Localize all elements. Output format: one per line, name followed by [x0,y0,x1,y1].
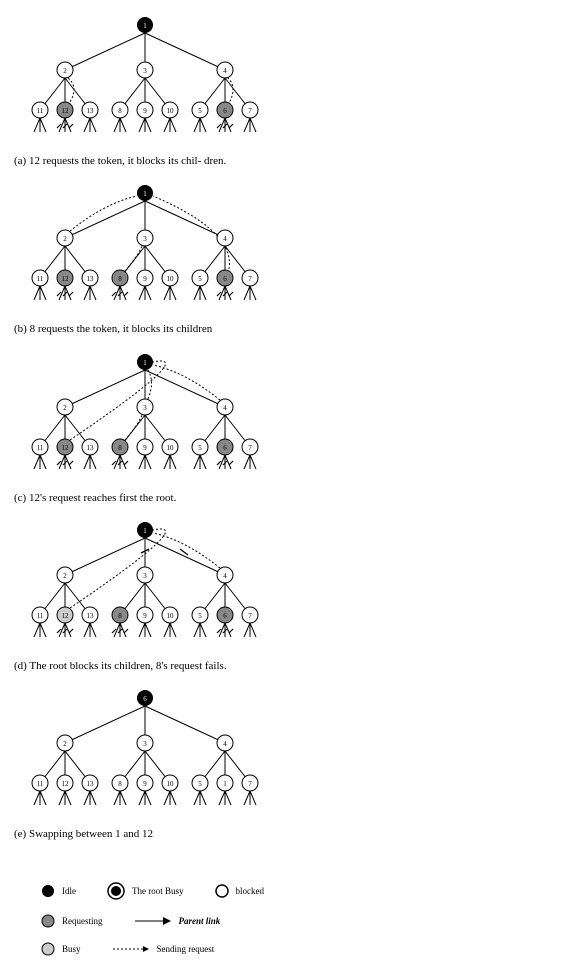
svg-text:12: 12 [62,780,70,788]
svg-text:11: 11 [37,780,44,788]
svg-text:12: 12 [62,107,70,115]
svg-text:5: 5 [198,612,202,620]
legend-sending-request: Sending request [111,943,215,955]
legend-root-busy: The root Busy [106,881,184,901]
svg-text:11: 11 [37,444,44,452]
caption-d: (d) The root blocks its children, 8's re… [10,659,280,673]
svg-text:4: 4 [223,235,227,243]
tree-b: 1 2 3 4 11 12 13 8 9 10 5 6 7 [10,178,280,318]
svg-text:5: 5 [198,780,202,788]
svg-text:8: 8 [118,780,122,788]
svg-text:9: 9 [143,444,147,452]
legend-blocked-label: blocked [236,886,265,896]
svg-text:12: 12 [62,275,70,283]
svg-text:7: 7 [248,275,252,283]
svg-text:13: 13 [87,444,95,452]
panel-d: 1 2 3 4 11 12 13 8 9 10 5 6 7 (d) The ro… [10,515,280,673]
svg-text:8: 8 [118,612,122,620]
svg-text:7: 7 [248,780,252,788]
svg-text:4: 4 [223,67,227,75]
legend: Idle The root Busy blocked Requesting Pa… [10,851,310,957]
tree-e: 6 2 3 4 11 12 13 8 9 10 5 1 7 [10,683,280,823]
svg-text:6: 6 [223,107,227,115]
svg-text:8: 8 [118,444,122,452]
svg-text:10: 10 [167,275,175,283]
legend-blocked: blocked [214,883,265,899]
svg-text:10: 10 [167,444,175,452]
svg-text:2: 2 [63,404,67,412]
tree-c: 1 2 3 4 11 12 13 8 9 10 5 6 7 [10,347,280,487]
svg-text:10: 10 [167,107,175,115]
svg-text:4: 4 [223,572,227,580]
svg-text:13: 13 [87,275,95,283]
svg-text:1: 1 [143,190,147,198]
svg-text:11: 11 [37,107,44,115]
panel-e: 6 2 3 4 11 12 13 8 9 10 5 1 7 (e) Swappi… [10,683,280,841]
caption-c: (c) 12's request reaches first the root. [10,491,280,505]
caption-b: (b) 8 requests the token, it blocks its … [10,322,280,336]
svg-text:11: 11 [37,275,44,283]
legend-idle-label: Idle [62,886,76,896]
svg-text:5: 5 [198,275,202,283]
svg-text:3: 3 [143,404,147,412]
svg-text:4: 4 [223,404,227,412]
svg-text:3: 3 [143,67,147,75]
svg-text:6: 6 [143,695,147,703]
tree-a: 1 2 3 4 11 12 13 8 9 10 5 6 7 [10,10,280,150]
svg-text:1: 1 [223,780,227,788]
panel-c: 1 2 3 4 11 12 13 8 9 10 5 6 7 (c) 12's r… [10,347,280,505]
svg-text:10: 10 [167,612,175,620]
svg-text:9: 9 [143,612,147,620]
figure-grid: 1 2 3 4 11 12 13 8 9 10 5 6 7 (a) 12 req… [10,10,557,957]
svg-text:9: 9 [143,780,147,788]
panel-a: 1 2 3 4 11 12 13 8 9 10 5 6 7 (a) 12 req… [10,10,280,168]
caption-e: (e) Swapping between 1 and 12 [10,827,280,841]
svg-text:3: 3 [143,740,147,748]
svg-text:3: 3 [143,572,147,580]
panel-b: 1 2 3 4 11 12 13 8 9 10 5 6 7 (b) 8 requ… [10,178,280,336]
legend-requesting: Requesting [40,913,103,929]
svg-text:6: 6 [223,612,227,620]
svg-text:2: 2 [63,572,67,580]
tree-d: 1 2 3 4 11 12 13 8 9 10 5 6 7 [10,515,280,655]
svg-text:5: 5 [198,107,202,115]
svg-text:6: 6 [223,444,227,452]
svg-text:2: 2 [63,67,67,75]
svg-text:12: 12 [62,612,70,620]
caption-a: (a) 12 requests the token, it blocks its… [10,154,280,168]
svg-text:5: 5 [198,444,202,452]
svg-text:10: 10 [167,780,175,788]
legend-busy-label: Busy [62,944,81,954]
svg-text:1: 1 [143,359,147,367]
svg-text:1: 1 [143,22,147,30]
svg-text:7: 7 [248,612,252,620]
svg-text:13: 13 [87,780,95,788]
svg-text:7: 7 [248,107,252,115]
svg-text:1: 1 [143,527,147,535]
legend-parent-link-label: Parent link [179,916,221,926]
legend-busy: Busy [40,941,81,957]
svg-text:12: 12 [62,444,70,452]
legend-requesting-label: Requesting [62,916,103,926]
legend-parent-link: Parent link [133,915,221,927]
svg-text:13: 13 [87,612,95,620]
svg-text:8: 8 [118,275,122,283]
legend-idle: Idle [40,883,76,899]
svg-text:3: 3 [143,235,147,243]
svg-text:4: 4 [223,740,227,748]
svg-text:7: 7 [248,444,252,452]
svg-text:8: 8 [118,107,122,115]
legend-sending-request-label: Sending request [157,944,215,954]
svg-text:2: 2 [63,740,67,748]
svg-text:13: 13 [87,107,95,115]
legend-root-busy-label: The root Busy [132,886,184,896]
svg-text:6: 6 [223,275,227,283]
svg-text:2: 2 [63,235,67,243]
svg-text:9: 9 [143,107,147,115]
svg-text:9: 9 [143,275,147,283]
svg-text:11: 11 [37,612,44,620]
